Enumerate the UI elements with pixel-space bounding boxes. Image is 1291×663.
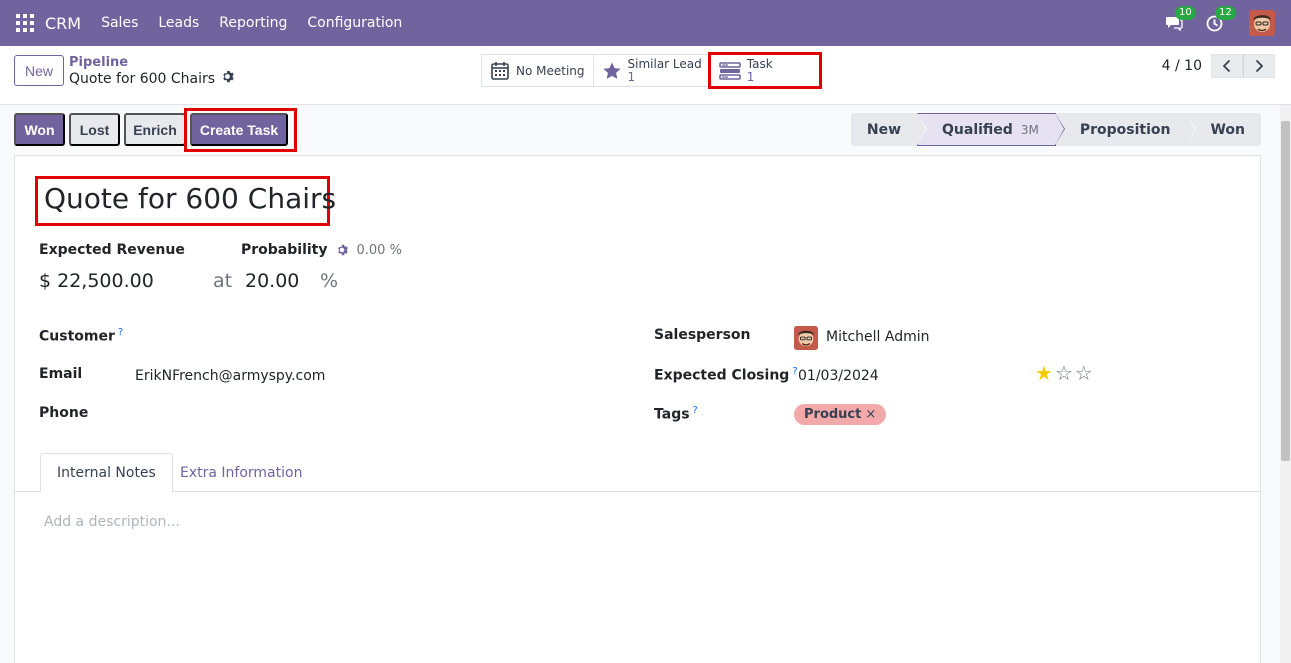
salesperson-label: Salesperson [654,327,751,343]
tag-product: Product × [794,404,887,425]
breadcrumb-current-label: Quote for 600 Chairs [69,70,216,87]
messages-badge: 10 [1175,6,1196,20]
user-avatar[interactable] [1249,10,1275,36]
gear-icon[interactable] [222,70,235,87]
page-scrollbar[interactable] [1280,105,1291,663]
chevron-left-icon [1222,59,1231,73]
similar-lead-smart-button[interactable]: Similar Lead 1 [592,54,711,87]
tag-product-label: Product [804,407,862,422]
avatar-face-icon [1249,10,1275,36]
salesperson-avatar [794,326,818,350]
task-count: 1 [746,69,755,84]
probability-auto: 0.00 % [356,242,402,258]
menu-leads[interactable]: Leads [148,15,209,31]
at-label: at [213,270,233,292]
tab-extra-information[interactable]: Extra Information [164,453,318,492]
expected-closing-label: Expected Closing? [654,366,798,384]
priority-star-2[interactable]: ☆ [1055,362,1073,384]
stage-proposition[interactable]: Proposition [1055,113,1197,146]
customer-label: Customer? [39,327,124,345]
email-input[interactable]: ErikNFrench@armyspy.com [135,368,325,384]
messages-button[interactable]: 10 [1163,6,1196,34]
smart-buttons: No Meeting Similar Lead 1 Task 1 [481,52,822,89]
star-icon [602,61,622,81]
activities-button[interactable]: 12 [1203,6,1236,34]
app-brand[interactable]: CRM [45,14,81,33]
form-statusbar: Won Lost Enrich Create Task New Qualifie… [0,105,1291,155]
percent-sign: % [320,270,339,292]
avatar-face-icon [794,326,818,350]
record-pager: 4 / 10 [1162,54,1275,78]
top-navbar: CRM Sales Leads Reporting Configuration … [0,0,1291,46]
enrich-button[interactable]: Enrich [124,113,186,146]
tags-label: Tags? [654,405,698,423]
stage-proposition-label: Proposition [1079,121,1171,138]
stage-qualified[interactable]: Qualified 3M [917,113,1065,146]
phone-label: Phone [39,405,89,421]
help-icon: ? [117,327,124,338]
calendar-icon [490,61,510,81]
priority-star-1[interactable]: ★ [1035,362,1053,384]
form-sheet: Quote for 600 Chairs Expected Revenue $ … [14,155,1261,663]
menu-reporting[interactable]: Reporting [209,15,297,31]
won-button[interactable]: Won [14,113,65,146]
menu-configuration[interactable]: Configuration [297,15,412,31]
expected-revenue-label: Expected Revenue [39,242,185,258]
new-button[interactable]: New [14,55,64,86]
stage-new-label: New [866,121,902,138]
breadcrumb-pipeline[interactable]: Pipeline [69,55,128,70]
tasks-icon [718,61,741,80]
stage-won[interactable]: Won [1186,113,1261,146]
priority-stars: ★ ☆ ☆ [1035,362,1095,384]
help-icon: ? [692,405,698,416]
activities-badge: 12 [1215,6,1236,20]
main-menu: Sales Leads Reporting Configuration [91,15,412,31]
control-panel: New Pipeline Quote for 600 Chairs No Mee… [0,46,1291,105]
apps-menu-icon[interactable] [16,14,34,32]
similar-lead-count: 1 [627,69,636,84]
help-icon: ? [792,366,798,377]
meeting-smart-button[interactable]: No Meeting [481,54,594,87]
expected-revenue-input[interactable]: $ 22,500.00 [39,270,154,292]
email-label: Email [39,366,83,382]
salesperson-input[interactable]: Mitchell Admin [826,329,930,345]
tab-internal-notes[interactable]: Internal Notes [40,453,173,493]
stage-duration: 3M [1020,122,1039,137]
menu-sales[interactable]: Sales [91,15,148,31]
pager-counter[interactable]: 4 / 10 [1162,58,1202,74]
probability-input[interactable]: 20.00 [245,270,299,292]
probability-label-group: Probability 0.00 % [241,242,402,258]
navbar-systray: 10 12 [1145,0,1275,46]
create-task-button[interactable]: Create Task [190,113,288,146]
task-smart-button[interactable]: Task 1 [707,52,822,89]
scrollbar-thumb[interactable] [1281,121,1290,461]
lead-title[interactable]: Quote for 600 Chairs [44,182,336,215]
tag-remove-icon[interactable]: × [865,407,876,422]
stage-qualified-label: Qualified [942,121,1013,138]
similar-lead-label: Similar Lead [627,56,702,71]
pager-previous-button[interactable] [1211,54,1243,78]
description-editor[interactable]: Add a description... [44,514,180,530]
meeting-label: No Meeting [516,63,585,78]
notebook-tabs: Internal Notes Extra Information [15,453,1260,493]
chevron-right-icon [1255,59,1264,73]
task-label: Task [746,56,773,71]
stage-won-label: Won [1210,121,1245,138]
expected-closing-input[interactable]: 01/03/2024 [798,368,879,384]
stage-new[interactable]: New [850,113,928,146]
lost-button[interactable]: Lost [69,113,120,146]
probability-label: Probability [241,242,328,258]
breadcrumb-current: Quote for 600 Chairs [69,70,235,87]
priority-star-3[interactable]: ☆ [1075,362,1093,384]
stage-pipeline: New Qualified 3M Proposition Won [850,113,1261,146]
probability-gear-icon[interactable] [337,244,349,256]
pager-next-button[interactable] [1243,54,1275,78]
